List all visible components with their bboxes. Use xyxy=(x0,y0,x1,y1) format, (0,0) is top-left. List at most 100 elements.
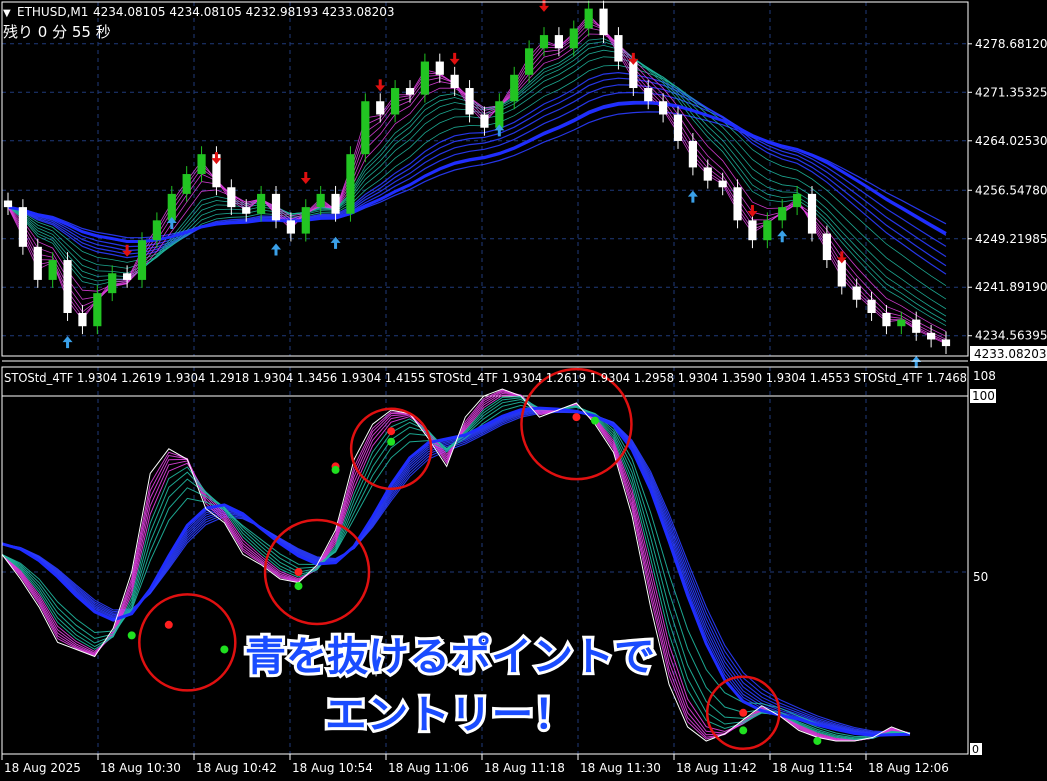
bear-candle xyxy=(748,220,757,241)
bear-candle xyxy=(852,286,861,300)
bull-candle xyxy=(569,28,578,49)
bear-candle xyxy=(733,187,742,221)
bear-candle xyxy=(718,180,727,188)
level-0-label: 0 xyxy=(972,743,979,756)
bull-candle xyxy=(182,174,191,194)
bull-candle xyxy=(346,154,355,214)
countdown-timer: 残り 0 分 55 秒 xyxy=(3,23,111,41)
bear-candle xyxy=(286,220,295,234)
green-signal-dot xyxy=(739,726,748,735)
current-price-tag: 4233.08203 xyxy=(974,347,1047,361)
y-tick-label: 4256.54780 xyxy=(975,183,1047,197)
bull-candle xyxy=(793,193,802,208)
bear-candle xyxy=(78,312,87,327)
bear-candle xyxy=(941,339,951,347)
bull-candle xyxy=(48,260,57,280)
green-signal-dot xyxy=(331,465,340,474)
bull-candle xyxy=(152,220,161,241)
green-signal-dot xyxy=(813,736,822,745)
bull-candle xyxy=(525,48,534,75)
bear-candle xyxy=(331,193,340,214)
annotation-line-2: エントリー！ xyxy=(325,692,575,738)
x-tick-label: 18 Aug 11:18 xyxy=(484,761,565,775)
bear-candle xyxy=(673,114,683,141)
bull-candle xyxy=(316,193,325,208)
bear-candle xyxy=(227,187,236,208)
bull-candle xyxy=(93,293,102,327)
x-tick-label: 18 Aug 10:54 xyxy=(292,761,373,775)
bull-candle xyxy=(420,61,429,95)
bull-candle xyxy=(361,101,370,155)
bear-candle xyxy=(614,35,623,62)
x-tick-label: 18 Aug 11:06 xyxy=(388,761,469,775)
red-signal-dot xyxy=(387,427,396,436)
bull-candle xyxy=(778,207,787,221)
oscillator-header: STOStd_4TF 1.9304 1.2619 1.9304 1.2918 1… xyxy=(4,371,967,385)
y-tick-label: 4241.89190 xyxy=(975,280,1047,294)
green-signal-dot xyxy=(220,645,229,654)
bear-candle xyxy=(912,319,921,333)
x-tick-label: 18 Aug 12:06 xyxy=(868,761,949,775)
bear-candle xyxy=(242,207,251,214)
bear-candle xyxy=(659,101,668,115)
y-tick-label: 4234.56395 xyxy=(975,329,1047,343)
green-signal-dot xyxy=(387,437,396,446)
bull-candle xyxy=(495,101,504,128)
price-header-label: ETHUSD,M1 xyxy=(17,5,88,19)
level-50-label: 50 xyxy=(973,570,988,584)
bear-candle xyxy=(123,273,132,280)
bull-candle xyxy=(584,8,593,29)
bull-candle xyxy=(510,74,519,102)
bear-candle xyxy=(837,260,846,287)
bear-candle xyxy=(480,114,489,128)
x-tick-label: 18 Aug 11:42 xyxy=(676,761,757,775)
y-tick-label: 4249.21985 xyxy=(975,232,1047,246)
y-tick-label: 4271.35325 xyxy=(975,85,1047,99)
bear-candle xyxy=(376,101,385,115)
y-tick-label: 4278.68120 xyxy=(975,37,1047,51)
y-tick-label: 4264.02530 xyxy=(975,134,1047,148)
bear-candle xyxy=(822,233,831,261)
bear-candle xyxy=(882,312,891,327)
bear-candle xyxy=(703,167,712,181)
oscillator-max-label: 108 xyxy=(973,369,996,383)
x-tick-label: 18 Aug 11:30 xyxy=(580,761,661,775)
bull-candle xyxy=(167,193,176,221)
red-signal-dot xyxy=(572,413,581,422)
symbol-caret-icon[interactable]: ▼ xyxy=(3,8,11,19)
bear-candle xyxy=(599,8,608,36)
price-header-ohlc: 4234.08105 4234.08105 4232.98193 4233.08… xyxy=(93,5,395,19)
bull-candle xyxy=(301,207,310,234)
chart-canvas: 18 Aug 2025 18 Aug 10:30 18 Aug 10:42 18 Au… xyxy=(0,0,1047,777)
bear-candle xyxy=(450,74,459,89)
bear-candle xyxy=(629,61,638,89)
bear-candle xyxy=(435,61,444,75)
bull-candle xyxy=(391,88,400,115)
x-tick-label: 18 Aug 10:30 xyxy=(100,761,181,775)
level-100-label: 100 xyxy=(972,389,995,403)
green-signal-dot xyxy=(590,416,599,425)
bear-candle xyxy=(867,299,876,313)
bear-candle xyxy=(644,88,653,102)
bear-candle xyxy=(33,246,42,280)
annotation-line-1: 青を抜けるポイントで xyxy=(245,634,655,680)
bear-candle xyxy=(3,200,13,208)
bull-candle xyxy=(539,35,549,49)
green-signal-dot xyxy=(294,582,303,591)
bull-candle xyxy=(137,240,147,280)
bear-candle xyxy=(63,260,72,313)
x-tick-label: 18 Aug 10:42 xyxy=(196,761,277,775)
bull-candle xyxy=(763,220,772,241)
x-tick-label: 18 Aug 2025 xyxy=(4,761,81,775)
bear-candle xyxy=(465,88,474,115)
red-signal-dot xyxy=(294,568,303,576)
bear-candle xyxy=(405,88,415,95)
bull-candle xyxy=(257,193,266,214)
green-signal-dot xyxy=(127,631,136,640)
bear-candle xyxy=(688,140,697,168)
chart-root: 18 Aug 2025 18 Aug 10:30 18 Aug 10:42 18 Au… xyxy=(0,0,1047,777)
x-tick-label: 18 Aug 11:54 xyxy=(772,761,853,775)
bear-candle xyxy=(807,193,817,234)
bear-candle xyxy=(271,193,281,221)
bear-candle xyxy=(554,35,563,49)
